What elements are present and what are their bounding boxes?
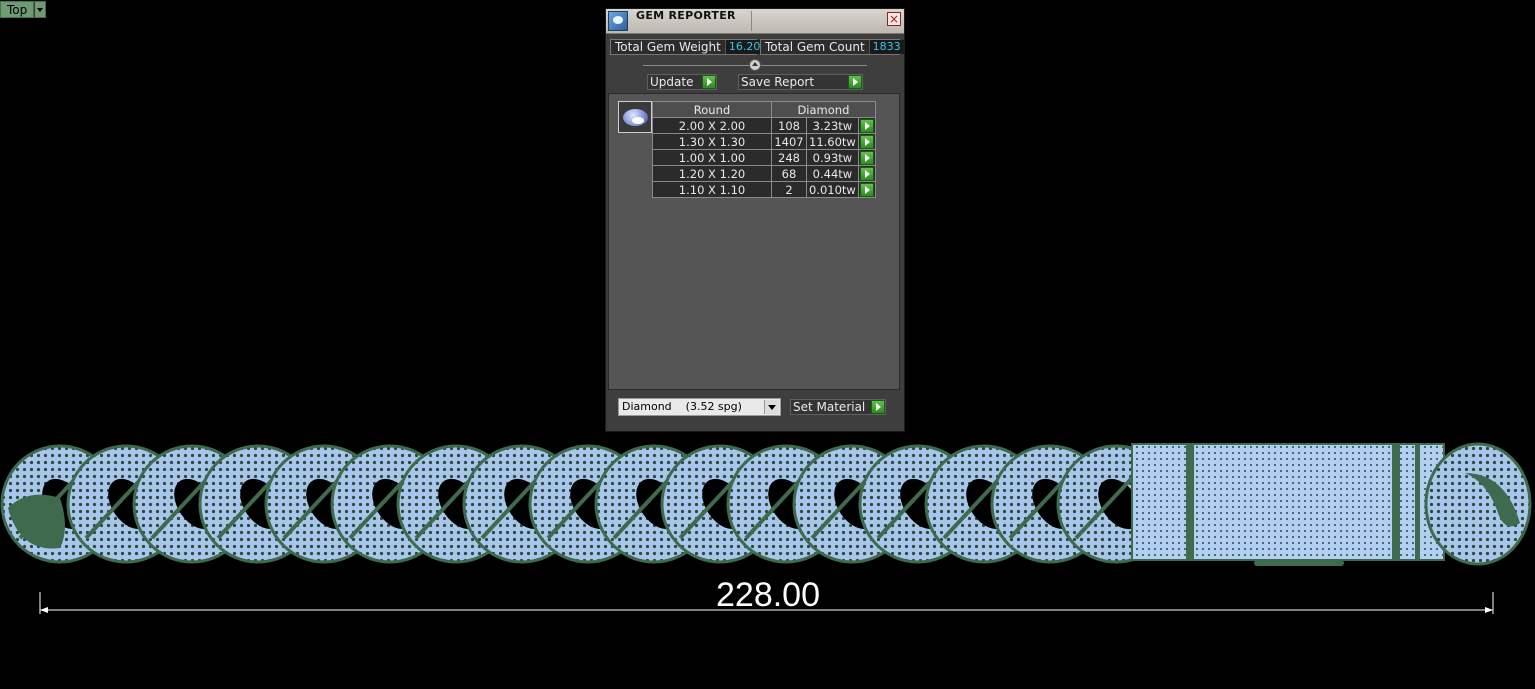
total-gem-weight: Total Gem Weight 16.20: [610, 39, 760, 55]
update-button[interactable]: Update: [647, 74, 717, 90]
collapse-toggle-icon[interactable]: [749, 59, 761, 71]
total-gem-count-label: Total Gem Count: [765, 40, 865, 54]
table-row: 1.30 X 1.30 1407 11.60tw: [652, 133, 876, 150]
row-select-button[interactable]: [857, 181, 876, 198]
arrow-right-icon[interactable]: [702, 75, 716, 89]
app-icon: [608, 11, 628, 31]
gem-table-header: Round Diamond: [652, 101, 876, 118]
close-icon[interactable]: ×: [887, 12, 901, 26]
gem-report-area: Round Diamond 2.00 X 2.00 108 3.23tw 1.3…: [608, 93, 900, 390]
gem-count-cell: 248: [771, 149, 807, 166]
gem-weight-cell: 3.23tw: [806, 117, 859, 134]
gem-shape-icon[interactable]: [618, 101, 652, 133]
gem-weight-cell: 0.44tw: [806, 165, 859, 182]
gem-material-header: Diamond: [771, 101, 876, 118]
gem-size-cell: 1.10 X 1.10: [652, 181, 772, 198]
gem-count-cell: 1407: [771, 133, 807, 150]
row-select-button[interactable]: [857, 149, 876, 166]
set-material-button-label: Set Material: [793, 400, 866, 414]
dropdown-arrow-icon[interactable]: [764, 400, 779, 414]
total-gem-count-value: 1833: [868, 40, 904, 54]
row-select-button[interactable]: [857, 165, 876, 182]
bracelet-links: [0, 444, 1176, 564]
save-report-button-label: Save Report: [741, 75, 815, 89]
total-gem-count: Total Gem Count 1833: [760, 39, 904, 55]
table-row: 2.00 X 2.00 108 3.23tw: [652, 117, 876, 134]
gem-size-cell: 2.00 X 2.00: [652, 117, 772, 134]
gem-weight-cell: 0.93tw: [806, 149, 859, 166]
dimension-value: 228.00: [716, 576, 820, 614]
table-row: 1.10 X 1.10 2 0.010tw: [652, 181, 876, 198]
gem-size-cell: 1.20 X 1.20: [652, 165, 772, 182]
save-report-button[interactable]: Save Report: [738, 74, 863, 90]
chevron-down-icon[interactable]: [34, 1, 47, 18]
gem-count-cell: 108: [771, 117, 807, 134]
arrow-right-icon[interactable]: [859, 182, 874, 197]
material-select-value: Diamond (3.52 spg): [622, 400, 742, 413]
total-gem-weight-label: Total Gem Weight: [615, 40, 721, 54]
gem-weight-cell: 0.010tw: [806, 181, 859, 198]
gem-reporter-panel: GEM REPORTER × Total Gem Weight 16.20 To…: [605, 8, 905, 432]
table-row: 1.00 X 1.00 248 0.93tw: [652, 149, 876, 166]
gem-size-cell: 1.30 X 1.30: [652, 133, 772, 150]
gem-weight-cell: 11.60tw: [806, 133, 859, 150]
arrow-right-icon[interactable]: [848, 75, 862, 89]
row-select-button[interactable]: [857, 133, 876, 150]
arrow-right-icon[interactable]: [859, 134, 874, 149]
arrow-right-icon[interactable]: [859, 118, 874, 133]
arrow-right-icon[interactable]: [859, 166, 874, 181]
titlebar-divider: [751, 11, 752, 31]
panel-titlebar[interactable]: GEM REPORTER ×: [606, 9, 904, 34]
viewport-label[interactable]: Top: [0, 1, 47, 18]
bracelet-model[interactable]: [0, 438, 1535, 573]
arrow-right-icon[interactable]: [871, 400, 885, 414]
round-gem-icon: [623, 109, 648, 126]
panel-title: GEM REPORTER: [636, 9, 736, 22]
total-gem-weight-value: 16.20: [724, 40, 760, 54]
gem-size-cell: 1.00 X 1.00: [652, 149, 772, 166]
set-material-button[interactable]: Set Material: [790, 399, 886, 415]
gem-count-cell: 68: [771, 165, 807, 182]
arrow-right-icon[interactable]: [859, 150, 874, 165]
material-select[interactable]: Diamond (3.52 spg): [618, 398, 781, 416]
update-button-label: Update: [650, 75, 694, 89]
gem-table: Round Diamond 2.00 X 2.00 108 3.23tw 1.3…: [652, 101, 876, 198]
bracelet-clasp: [1131, 442, 1532, 566]
row-select-button[interactable]: [857, 117, 876, 134]
viewport-label-text[interactable]: Top: [0, 1, 35, 18]
table-row: 1.20 X 1.20 68 0.44tw: [652, 165, 876, 182]
gem-shape-header: Round: [652, 101, 772, 118]
gem-count-cell: 2: [771, 181, 807, 198]
